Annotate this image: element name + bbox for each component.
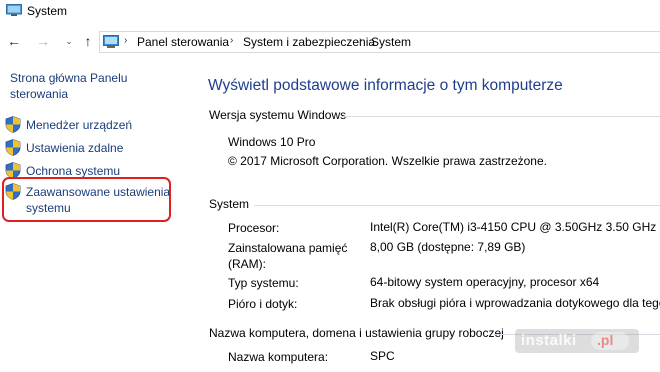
ram-value: 8,00 GB (dostępne: 7,89 GB)	[370, 240, 526, 254]
highlight-annotation	[2, 177, 171, 222]
ram-label: Zainstalowana pamięć (RAM):	[228, 241, 348, 271]
navigation-bar: ← → ⌄ ↑ › Panel sterowania › System i za…	[0, 28, 660, 56]
main-pane: Wyświetl podstawowe informacje o tym kom…	[190, 56, 660, 372]
breadcrumb-separator-icon[interactable]: ›	[230, 35, 233, 46]
breadcrumb-system-security[interactable]: System i zabezpieczenia	[243, 35, 375, 49]
watermark-suffix: .pl	[597, 332, 614, 348]
breadcrumb-control-panel[interactable]: Panel sterowania	[137, 35, 229, 49]
window-title: System	[27, 4, 68, 18]
section-title-edition: Wersja systemu Windows	[209, 108, 347, 122]
uac-shield-icon	[5, 139, 21, 156]
watermark-text: instalki	[521, 332, 577, 349]
recent-locations-chevron-icon[interactable]: ⌄	[61, 33, 77, 49]
up-arrow-icon[interactable]: ↑	[80, 33, 96, 49]
breadcrumb-system[interactable]: System	[371, 35, 411, 49]
section-title-computer-name: Nazwa komputera, domena i ustawienia gru…	[209, 326, 504, 340]
address-bar[interactable]: › Panel sterowania › System i zabezpiecz…	[99, 31, 660, 53]
windows-edition: Windows 10 Pro	[228, 135, 316, 149]
section-title-system: System	[209, 197, 250, 211]
breadcrumb-separator-icon[interactable]: ›	[359, 35, 362, 46]
control-panel-icon	[103, 35, 119, 48]
left-pane: Strona główna Panelu sterowania Menedżer…	[0, 56, 190, 372]
section-divider	[254, 205, 660, 206]
system-type-label: Typ systemu:	[228, 276, 299, 290]
back-arrow-icon[interactable]: ←	[6, 33, 22, 49]
copyright-text: © 2017 Microsoft Corporation. Wszelkie p…	[228, 154, 547, 168]
uac-shield-icon	[5, 116, 21, 133]
control-panel-home-link[interactable]: Strona główna Panelu sterowania	[10, 70, 180, 102]
processor-value: Intel(R) Core(TM) i3-4150 CPU @ 3.50GHz …	[370, 220, 657, 234]
processor-label: Procesor:	[228, 221, 280, 235]
computer-icon	[6, 4, 22, 16]
computer-name-label: Nazwa komputera:	[228, 350, 329, 364]
watermark-logo: instalki .pl	[515, 329, 639, 353]
title-bar: System	[0, 0, 660, 24]
pen-touch-value: Brak obsługi pióra i wprowadzania dotyko…	[370, 296, 660, 310]
system-type-value: 64-bitowy system operacyjny, procesor x6…	[370, 275, 600, 289]
forward-arrow-icon[interactable]: →	[35, 33, 51, 49]
page-title: Wyświetl podstawowe informacje o tym kom…	[208, 77, 563, 94]
computer-name-value: SPC	[370, 349, 395, 363]
task-label: Menedżer urządzeń	[26, 118, 133, 132]
section-divider	[342, 116, 660, 117]
breadcrumb-separator-icon: ›	[124, 35, 128, 46]
pen-touch-label: Pióro i dotyk:	[228, 297, 298, 311]
task-label: Ustawienia zdalne	[26, 141, 124, 155]
